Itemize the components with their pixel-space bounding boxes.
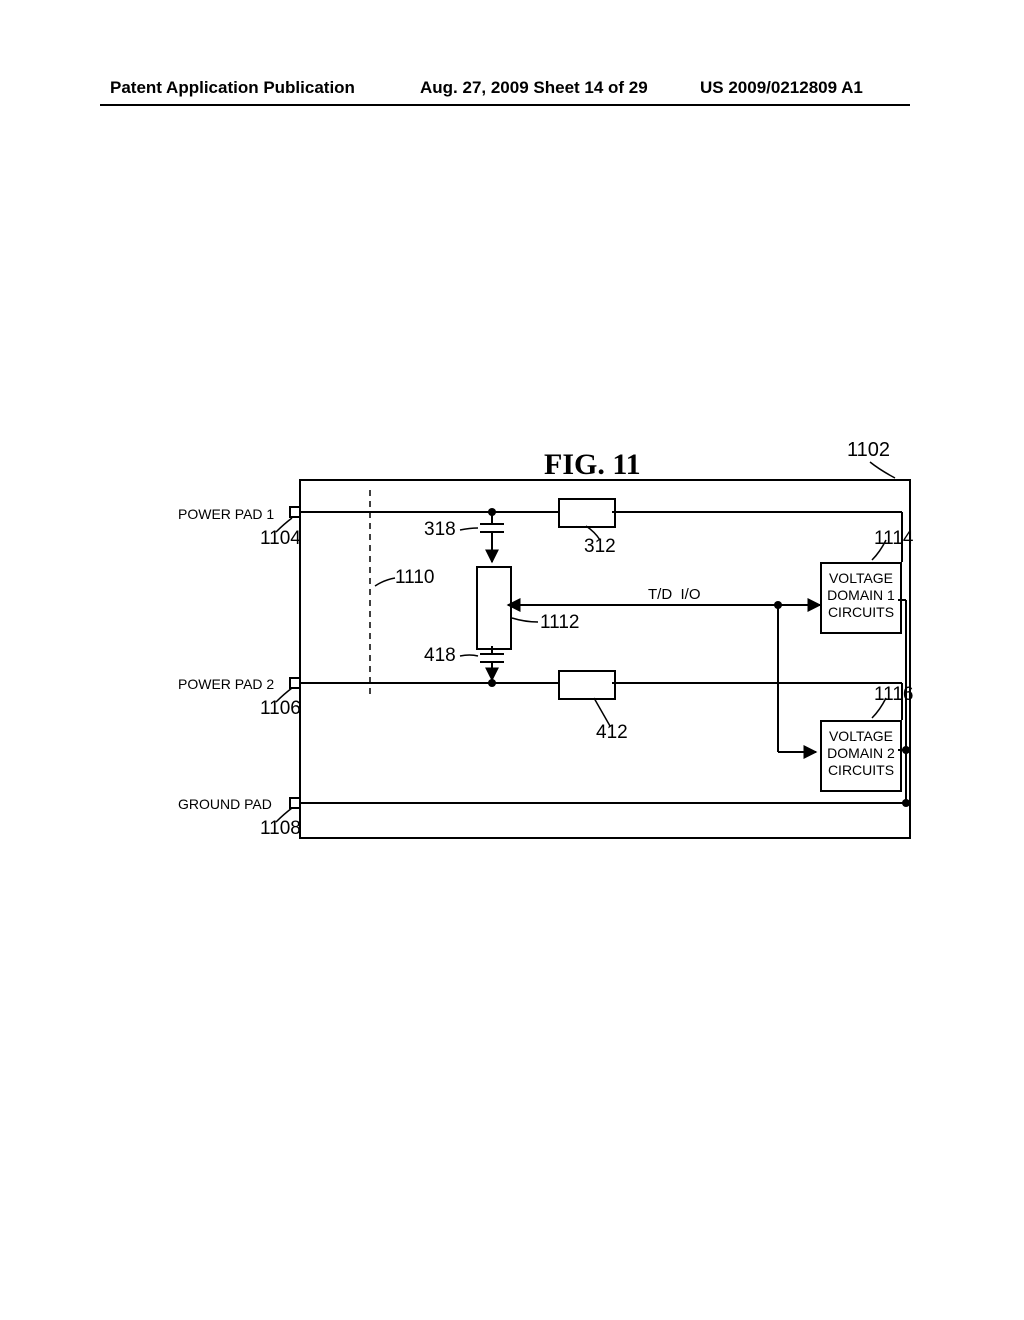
- circuit-diagram-svg: [0, 0, 1024, 1320]
